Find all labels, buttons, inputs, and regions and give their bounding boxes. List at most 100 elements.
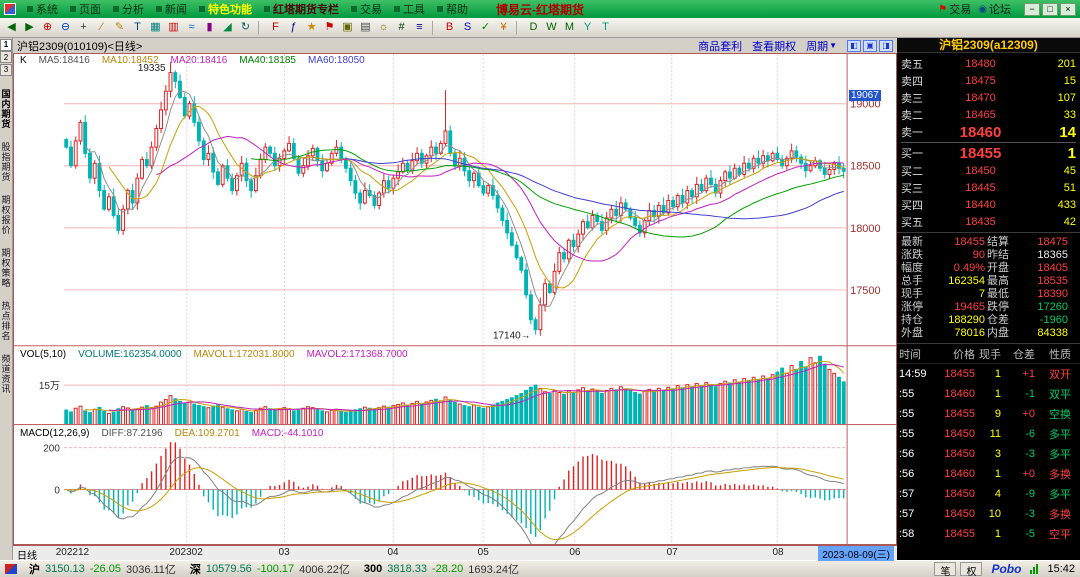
chart-element — [699, 183, 704, 192]
ask-row-4[interactable]: 卖四 18475 15 — [901, 72, 1076, 89]
star-icon[interactable]: ★ — [303, 20, 320, 36]
kline-chart-canvas[interactable]: 190001850018000175001933517140→15万2000 — [14, 54, 896, 544]
chart-element — [277, 408, 282, 425]
close-button[interactable]: × — [1060, 2, 1076, 16]
bid-row-5[interactable]: 买五 18435 42 — [901, 213, 1076, 230]
news-icon[interactable]: ≡ — [411, 20, 428, 36]
candle-chart-icon[interactable]: ▥ — [165, 20, 182, 36]
chart-element — [102, 190, 107, 210]
calculator-icon[interactable]: # — [393, 20, 410, 36]
menu-item-7[interactable]: 交易 — [345, 0, 388, 18]
tick-volume: 1 — [994, 468, 1001, 480]
grid-icon[interactable]: ▦ — [147, 20, 164, 36]
minimize-button[interactable]: − — [1024, 2, 1040, 16]
fkey-icon[interactable]: F — [267, 20, 284, 36]
zoom-in-icon[interactable]: ⊕ — [39, 20, 56, 36]
app-window: 系统 页面 分析 新闻 特色功能 红塔期货专栏 交易 工具 帮助 博易云-红塔期货 ⚑ 交易 ◉ 论坛… — [0, 0, 1080, 577]
status-tab-1[interactable]: 笔 — [934, 562, 957, 577]
sidebar-tab-4[interactable]: 期权策略 — [0, 248, 13, 288]
period-day-icon[interactable]: D — [525, 20, 542, 36]
bid-row-3[interactable]: 买三 18445 51 — [901, 179, 1076, 196]
crosshair-icon[interactable]: + — [75, 20, 92, 36]
bid-row-2[interactable]: 买二 18450 45 — [901, 162, 1076, 179]
period-minute-icon[interactable]: M — [561, 20, 578, 36]
ask-row-5[interactable]: 卖五 18480 201 — [901, 55, 1076, 72]
forward-icon[interactable]: ▶ — [21, 20, 38, 36]
bar-chart-icon[interactable]: ▮ — [201, 20, 218, 36]
sidebar-tab-1[interactable]: 国内期货 — [0, 89, 13, 129]
back-icon[interactable]: ◀ — [3, 20, 20, 36]
period-week-icon[interactable]: W — [543, 20, 560, 36]
chart-element — [287, 142, 291, 152]
menu-item-2[interactable]: 页面 — [64, 0, 107, 18]
buy-icon[interactable]: B — [441, 20, 458, 36]
tick-price: 18455 — [944, 408, 975, 420]
chart-element — [239, 408, 244, 425]
chart-element — [92, 408, 97, 425]
page-button-2[interactable]: 2 — [0, 51, 12, 63]
refresh-icon[interactable]: ↻ — [237, 20, 254, 36]
formula-icon[interactable]: ƒ — [285, 20, 302, 36]
chart-element — [604, 217, 609, 231]
layout-button-1[interactable]: ◧ — [847, 39, 861, 52]
chart-element — [320, 160, 325, 172]
text-tool-icon[interactable]: T — [129, 20, 146, 36]
print-icon[interactable]: ▤ — [357, 20, 374, 36]
bid-row-1[interactable]: 买一 18455 1 — [901, 144, 1076, 162]
lock-icon[interactable]: ▣ — [339, 20, 356, 36]
page-button-3[interactable]: 3 — [0, 63, 12, 76]
flag-icon[interactable]: ⚑ — [321, 20, 338, 36]
chart-element — [742, 378, 747, 425]
maximize-button[interactable]: □ — [1042, 2, 1058, 16]
layout-button-3[interactable]: ◨ — [879, 39, 893, 52]
chart-element — [799, 156, 804, 164]
status-tab-2[interactable]: 权 — [960, 562, 983, 577]
area-chart-icon[interactable]: ◢ — [219, 20, 236, 36]
trendline-icon[interactable]: ∕ — [93, 20, 110, 36]
trade-button[interactable]: ⚑ 交易 — [938, 1, 971, 17]
sidebar-tab-6[interactable]: 频道资讯 — [0, 354, 13, 394]
forum-button[interactable]: ◉ 论坛 — [978, 1, 1011, 17]
sidebar-tab-3[interactable]: 期权报价 — [0, 195, 13, 235]
page-button-1[interactable]: 1 — [0, 38, 12, 51]
tick-time: :56 — [899, 448, 915, 460]
chart-element — [770, 374, 775, 425]
view-options-link[interactable]: 查看期权 — [752, 38, 796, 54]
menu-item-1[interactable]: 系统 — [21, 0, 64, 18]
sidebar-tab-5[interactable]: 热点排名 — [0, 301, 13, 341]
orderbook-divider — [901, 142, 1076, 143]
menu-item-8[interactable]: 工具 — [388, 0, 431, 18]
chart-element — [315, 409, 320, 425]
chart-element — [135, 408, 140, 425]
zoom-out-icon[interactable]: ⊖ — [57, 20, 74, 36]
period-dropdown[interactable]: 周期 ▼ — [806, 38, 837, 54]
bid-row-4[interactable]: 买四 18440 433 — [901, 196, 1076, 213]
stat-value: 18475 — [1037, 236, 1068, 248]
tick-nature: 空换 — [1049, 409, 1071, 421]
settings-icon[interactable]: ☼ — [375, 20, 392, 36]
ask-row-1[interactable]: 卖一 18460 14 — [901, 123, 1076, 141]
chart-element — [348, 410, 353, 425]
layout-button-2[interactable]: ▣ — [863, 39, 877, 52]
index-quote-3[interactable]: 300 3818.33 -28.20 1693.24亿 — [364, 561, 519, 577]
t-tool-icon[interactable]: T — [597, 20, 614, 36]
sell-icon[interactable]: S — [459, 20, 476, 36]
ask-row-2[interactable]: 卖二 18465 33 — [901, 106, 1076, 123]
menu-item-5[interactable]: 特色功能 — [193, 0, 258, 18]
order-confirm-icon[interactable]: ✓ — [477, 20, 494, 36]
index-quote-2[interactable]: 深 10579.56 -100.17 4006.22亿 — [190, 561, 350, 577]
menu-item-9[interactable]: 帮助 — [431, 0, 474, 18]
pencil-icon[interactable]: ✎ — [111, 20, 128, 36]
ask-row-3[interactable]: 卖三 18470 107 — [901, 89, 1076, 106]
menu-item-3[interactable]: 分析 — [107, 0, 150, 18]
menu-item-6[interactable]: 红塔期货专栏 — [258, 0, 345, 18]
line-chart-icon[interactable]: ≈ — [183, 20, 200, 36]
tick-table[interactable]: 14:59 18455 1 +1 双开:55 18460 1 -1 双平:55 18455 9 +0 空… — [897, 364, 1080, 544]
commodity-arbitrage-link[interactable]: 商品套利 — [698, 38, 742, 54]
chart-element — [282, 407, 287, 425]
sidebar-tab-2[interactable]: 股指期货 — [0, 142, 13, 182]
index-quote-1[interactable]: 沪 3150.13 -26.05 3036.11亿 — [29, 561, 176, 577]
y-tool-icon[interactable]: Y — [579, 20, 596, 36]
money-icon[interactable]: ¥ — [495, 20, 512, 36]
menu-item-4[interactable]: 新闻 — [150, 0, 193, 18]
